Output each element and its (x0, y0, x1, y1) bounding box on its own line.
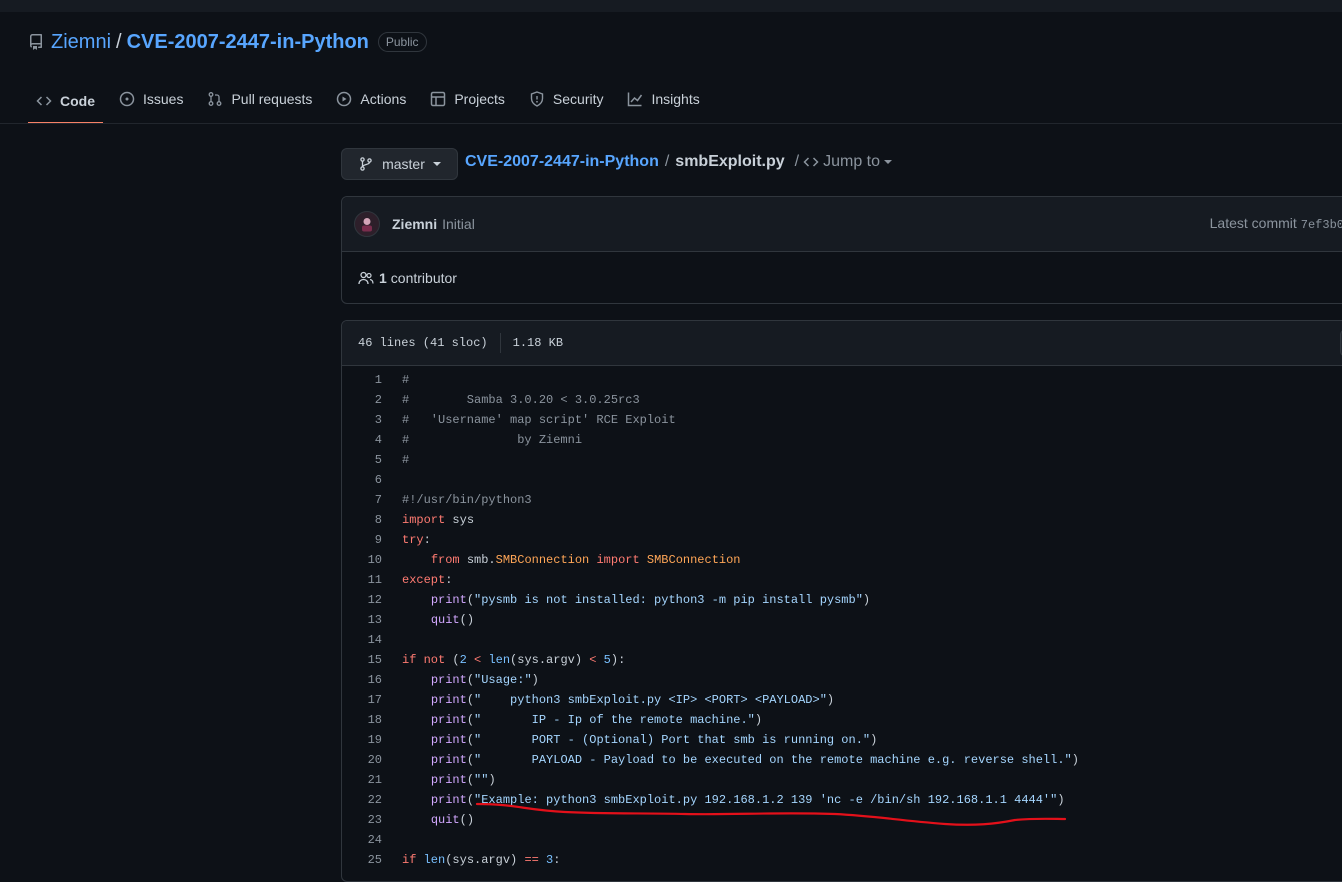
code-line: 13 quit() (367, 613, 475, 627)
tab-insights-label: Insights (651, 91, 700, 107)
tab-issues[interactable]: Issues (111, 80, 191, 118)
code-line: 9 try: (374, 533, 431, 547)
code-line: 6 (374, 473, 382, 487)
breadcrumb-repo-link[interactable]: CVE-2007-2447-in-Python (465, 153, 659, 171)
tab-issues-label: Issues (143, 91, 184, 107)
avatar[interactable] (354, 211, 380, 237)
code-line: 2 # Samba 3.0.20 < 3.0.25rc3 (374, 393, 640, 407)
file-size: 1.18 KB (512, 336, 564, 350)
contributors-row[interactable]: 1 contributor (342, 252, 1342, 303)
issue-icon (119, 91, 135, 107)
branch-name: master (382, 156, 425, 172)
branch-select-button[interactable]: master (341, 148, 458, 180)
code-line: 8 import sys (374, 513, 475, 527)
file-lines-info: 46 lines (41 sloc) (358, 336, 488, 350)
pull-request-icon (209, 92, 222, 106)
tabs-divider (0, 123, 1342, 124)
commit-message-link[interactable]: Initial (442, 216, 475, 232)
global-header-strip (0, 0, 1342, 12)
tab-security-label: Security (552, 91, 604, 107)
code-icon (36, 96, 52, 106)
contributor-count: 1 (379, 269, 387, 286)
code-line: 12 print("pysmb is not installed: python… (367, 593, 871, 607)
file-viewer: 46 lines (41 sloc) 1.18 KB 1 # 2 # Samba 3… (341, 320, 1342, 882)
tab-actions[interactable]: Actions (328, 80, 414, 118)
file-info-divider (499, 333, 501, 353)
commit-author-link[interactable]: Ziemni (392, 216, 437, 232)
repo-name-link[interactable]: CVE-2007-2447-in-Python (127, 31, 369, 54)
tab-projects[interactable]: Projects (422, 80, 513, 118)
chevron-down-icon (432, 162, 441, 166)
code-line: 24 (367, 833, 382, 847)
breadcrumb-file-name: smbExploit.py (675, 153, 785, 170)
repo-path-separator: / (116, 30, 122, 53)
graph-icon (628, 92, 643, 107)
tab-pull-requests-label: Pull requests (231, 91, 313, 107)
tab-projects-label: Projects (454, 91, 505, 107)
code-line: 1 # (374, 373, 410, 387)
breadcrumb: CVE-2007-2447-in-Python / smbExploit.py … (465, 153, 893, 171)
repo-owner-link[interactable]: Ziemni (51, 31, 111, 54)
code-line: 25 if len(sys.argv) == 3: (367, 853, 561, 867)
chevron-down-icon (884, 160, 893, 164)
tab-insights[interactable]: Insights (619, 80, 707, 118)
breadcrumb-separator: / (664, 153, 670, 170)
tab-actions-label: Actions (360, 91, 407, 107)
tab-code[interactable]: Code (28, 80, 103, 124)
file-header: 46 lines (41 sloc) 1.18 KB (342, 321, 1342, 366)
repo-icon (28, 34, 44, 50)
commit-sha-link[interactable]: 7ef3b0 (1301, 218, 1342, 232)
code-line: 14 (367, 633, 382, 647)
contributor-label: contributor (390, 269, 457, 286)
latest-commit-label: Latest commit (1209, 215, 1297, 231)
repo-header: Ziemni / CVE-2007-2447-in-Python Public (28, 28, 427, 56)
code-line: 21 print("") (367, 773, 496, 787)
commit-row: Ziemni Initial Latest commit 7ef3b0 (342, 197, 1342, 252)
tab-pull-requests[interactable]: Pull requests (199, 80, 320, 118)
code-icon (803, 157, 819, 167)
code-line: 7 #!/usr/bin/python3 (374, 493, 532, 507)
jump-to-button[interactable]: / Jump to (794, 153, 893, 171)
latest-commit-box: Ziemni Initial Latest commit 7ef3b0 1 con… (341, 196, 1342, 304)
code-line: 19 print(" PORT - (Optional) Port that s… (367, 733, 878, 747)
people-icon (358, 271, 374, 284)
tab-code-label: Code (60, 93, 95, 109)
code-line: 10 from smb.SMBConnection import SMBConn… (367, 553, 741, 567)
shield-icon (530, 91, 544, 107)
jump-to-separator: / (794, 153, 800, 170)
tab-security[interactable]: Security (521, 80, 612, 118)
git-branch-icon (360, 157, 372, 171)
table-icon (431, 91, 446, 107)
code-line: 16 print("Usage:") (367, 673, 539, 687)
latest-commit-info: Latest commit 7ef3b0 (1210, 215, 1342, 232)
visibility-badge: Public (377, 32, 427, 52)
code-line: 5 # (374, 453, 410, 467)
code-line: 17 print(" python3 smbExploit.py <IP> <P… (367, 693, 835, 707)
jump-to-label: Jump to (823, 153, 881, 170)
repo-nav-tabs: Code Issues Pull requests Actions Projec… (28, 80, 716, 124)
code-line: 15 if not (2 < len(sys.argv) < 5): (367, 653, 626, 667)
code-line: 18 print(" IP - Ip of the remote machine… (367, 713, 763, 727)
play-icon (337, 91, 352, 107)
code-body: 1 # 2 # Samba 3.0.20 < 3.0.25rc3 3 # 'Usern… (342, 366, 1342, 870)
red-underline-annotation (475, 802, 1067, 826)
code-line: 3 # 'Username' map script' RCE Exploit (374, 413, 676, 427)
code-line: 20 print(" PAYLOAD - Payload to be execu… (367, 753, 1079, 767)
code-line: 4 # by Ziemni (374, 433, 583, 447)
code-line: 11 except: (367, 573, 453, 587)
